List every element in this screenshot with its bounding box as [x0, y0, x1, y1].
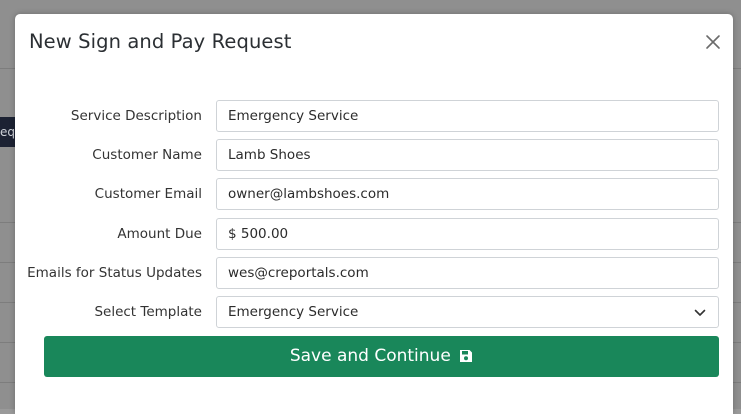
save-and-continue-button[interactable]: Save and Continue: [44, 336, 719, 377]
floppy-disk-icon: [460, 350, 473, 362]
status-emails-row: Emails for Status Updates wes@creportals…: [15, 257, 733, 289]
service-description-label: Service Description: [70, 108, 202, 124]
background-nav-item: equ: [0, 117, 16, 147]
amount-due-row: Amount Due $ 500.00: [15, 218, 733, 250]
template-select[interactable]: Emergency Service: [216, 296, 719, 328]
customer-name-row: Customer Name Lamb Shoes: [15, 139, 733, 171]
template-select-value: Emergency Service: [228, 304, 359, 320]
service-description-row: Service Description Emergency Service: [15, 100, 733, 132]
customer-name-label: Customer Name: [92, 147, 202, 163]
status-emails-input[interactable]: wes@creportals.com: [216, 257, 719, 289]
customer-email-label: Customer Email: [94, 186, 202, 202]
customer-email-row: Customer Email owner@lambshoes.com: [15, 178, 733, 210]
close-button[interactable]: [703, 32, 723, 52]
modal-title: New Sign and Pay Request: [29, 30, 292, 53]
service-description-input[interactable]: Emergency Service: [216, 100, 719, 132]
close-icon: [706, 35, 720, 49]
amount-due-label: Amount Due: [117, 226, 202, 242]
save-button-label: Save and Continue: [289, 346, 451, 366]
select-template-label: Select Template: [94, 304, 202, 320]
customer-name-input[interactable]: Lamb Shoes: [216, 139, 719, 171]
select-template-row: Select Template Emergency Service: [15, 296, 733, 328]
new-sign-and-pay-modal: New Sign and Pay Request Service Descrip…: [15, 14, 733, 414]
customer-email-input[interactable]: owner@lambshoes.com: [216, 178, 719, 210]
chevron-down-icon: [694, 309, 706, 316]
amount-due-input[interactable]: $ 500.00: [216, 218, 719, 250]
status-emails-label: Emails for Status Updates: [27, 265, 202, 281]
